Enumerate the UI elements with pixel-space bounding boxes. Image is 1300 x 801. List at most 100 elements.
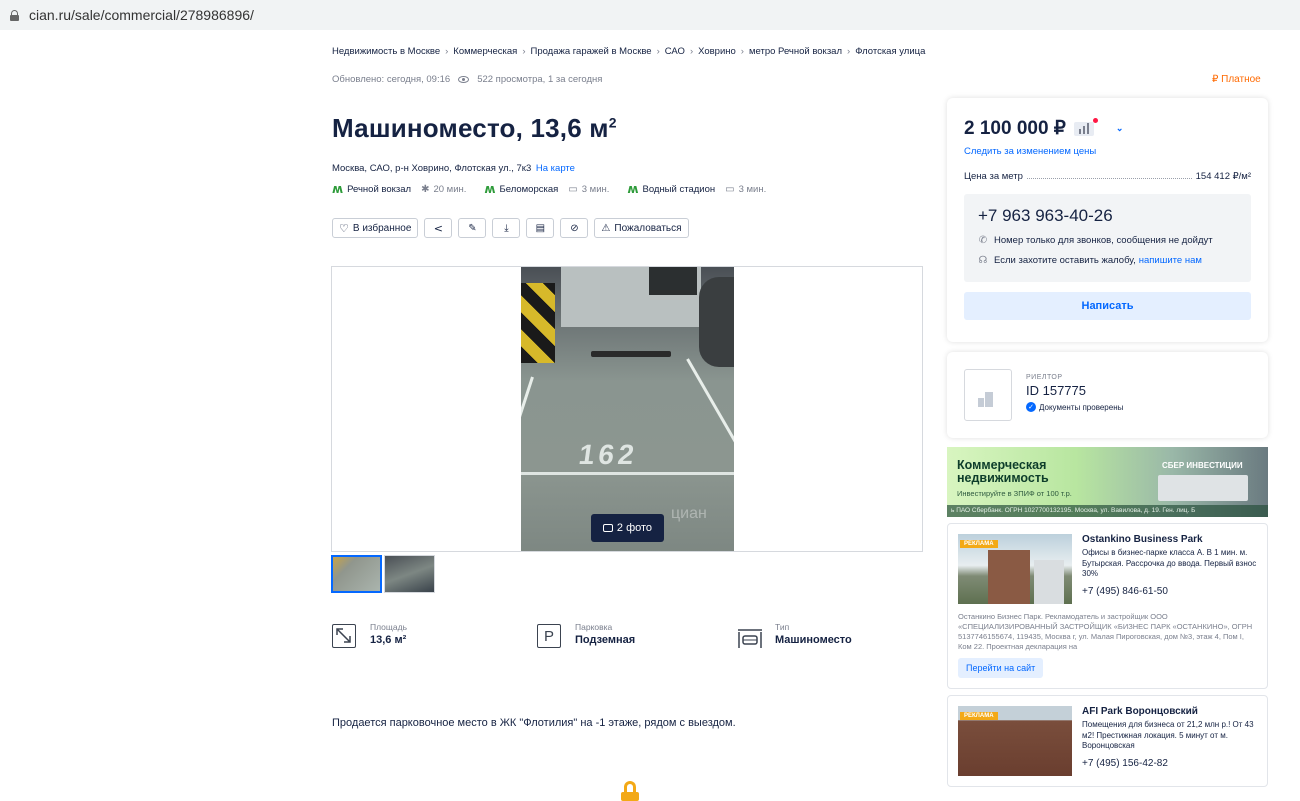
feature-label: Тип <box>775 622 790 632</box>
complain-button[interactable]: ⚠ Пожаловаться <box>594 218 689 238</box>
action-bar: ♡ В избранное < ✎ ⤓ ▤ ⊘ ⚠ Пожаловаться <box>332 218 689 238</box>
complain-note: ☊ Если захотите оставить жалобу, напишит… <box>978 255 1202 266</box>
metro-icon: ʍ <box>332 182 344 196</box>
feature-type: Тип Машиноместо <box>737 622 852 648</box>
go-to-site-button[interactable]: Перейти на сайт <box>958 658 1044 678</box>
price-value: 2 100 000 ₽ <box>964 118 1066 139</box>
chevron-right-icon: › <box>445 46 449 57</box>
ad-legal: Останкино Бизнес Парк. Рекламодатель и з… <box>958 612 1253 651</box>
favorite-button[interactable]: ♡ В избранное <box>332 218 419 238</box>
breadcrumb-item[interactable]: Продажа гаражей в Москве <box>530 46 651 57</box>
metro-item[interactable]: ʍ Водный стадион ▭ 3 мин. <box>627 182 766 196</box>
url-text[interactable]: cian.ru/sale/commercial/278986896/ <box>29 7 254 23</box>
download-button[interactable]: ⤓ <box>492 218 521 238</box>
breadcrumb-item[interactable]: Коммерческая <box>453 46 517 57</box>
chevron-right-icon: › <box>689 46 694 57</box>
ad-tag: РЕКЛАМА <box>960 712 998 720</box>
features: Площадь 13,6 м² P Парковка Подземная Тип… <box>332 622 932 654</box>
ad-image[interactable]: РЕКЛАМА <box>958 706 1072 776</box>
chevron-right-icon: › <box>740 46 744 57</box>
camera-icon <box>602 524 613 532</box>
price-per-meter: Цена за метр 154 412 ₽/м² <box>964 171 1251 182</box>
map-link[interactable]: На карте <box>536 163 575 174</box>
phone-number[interactable]: +7 963 963-40-26 <box>978 206 1237 226</box>
ad-card[interactable]: РЕКЛАМА AFI Park Воронцовский Помещения … <box>947 695 1268 787</box>
metro-list: ʍ Речной вокзал ✱ 20 мин. ʍ Беломорская … <box>332 182 766 196</box>
address: Москва, САО, р-н Ховрино, Флотская ул., … <box>332 163 575 174</box>
feature-parking: P Парковка Подземная <box>537 622 635 648</box>
metro-time: 3 мин. <box>581 183 610 195</box>
photo-gallery[interactable]: 162 циан 2 фото <box>331 266 923 552</box>
metro-name: Водный стадион <box>642 183 716 195</box>
write-us-link[interactable]: напишите нам <box>1139 255 1202 266</box>
breadcrumb-item[interactable]: Ховрино <box>698 46 736 57</box>
breadcrumb-item[interactable]: Недвижимость в Москве <box>332 46 440 57</box>
breadcrumb-item[interactable]: САО <box>665 46 685 57</box>
follow-price-link[interactable]: Следить за изменением цены <box>964 146 1251 157</box>
chevron-down-icon[interactable]: ⌄ <box>1116 123 1124 134</box>
thumbnail[interactable] <box>384 555 435 593</box>
hide-button[interactable]: ⊘ <box>560 218 589 238</box>
write-button[interactable]: Написать <box>964 292 1251 320</box>
ppm-value: 154 412 ₽/м² <box>1195 171 1251 182</box>
photo-count-button[interactable]: 2 фото <box>591 514 664 542</box>
warning-icon: ⚠ <box>601 222 611 234</box>
ad-phone[interactable]: +7 (495) 846-61-50 <box>1082 586 1257 597</box>
chevron-right-icon: › <box>522 46 526 57</box>
print-button[interactable]: ▤ <box>526 218 555 238</box>
calls-note: ✆ Номер только для звонков, сообщения не… <box>978 235 1213 246</box>
complain-label: Пожаловаться <box>614 222 682 234</box>
ad-title[interactable]: Ostankino Business Park <box>1082 534 1257 545</box>
metro-item[interactable]: ʍ Речной вокзал ✱ 20 мин. <box>332 182 466 196</box>
banner-title: Коммерческая недвижимость <box>957 458 1049 485</box>
spot-number: 162 <box>576 439 640 470</box>
phone-box: +7 963 963-40-26 ✆ Номер только для звон… <box>964 194 1251 282</box>
price-history-icon[interactable] <box>1073 117 1098 136</box>
price-card: 2 100 000 ₽ ⌄ Следить за изменением цены… <box>947 98 1268 342</box>
ad-title[interactable]: AFI Park Воронцовский <box>1082 706 1257 717</box>
main-photo[interactable]: 162 циан <box>521 267 734 551</box>
share-button[interactable]: < <box>424 218 453 238</box>
download-icon: ⤓ <box>504 222 509 234</box>
metro-item[interactable]: ʍ Беломорская ▭ 3 мин. <box>484 182 609 196</box>
car-icon: ▭ <box>568 183 578 195</box>
banner-brand: СБЕР ИНВЕСТИЦИИ <box>1162 461 1243 470</box>
feature-value: Машиноместо <box>775 634 852 646</box>
photo-count-label: 2 фото <box>616 522 653 534</box>
metro-name: Речной вокзал <box>347 183 412 195</box>
metro-icon: ʍ <box>627 182 639 196</box>
breadcrumb-item[interactable]: Флотская улица <box>855 46 925 57</box>
watermark: циан <box>671 505 707 522</box>
parking-icon: P <box>537 624 561 648</box>
metro-time: 20 мин. <box>433 183 467 195</box>
banner-footer: ь ПАО Сбербанк. ОГРН 1027700132195. Моск… <box>947 505 1268 517</box>
realtor-id[interactable]: ID 157775 <box>1026 383 1123 398</box>
breadcrumb-item[interactable]: метро Речной вокзал <box>749 46 842 57</box>
share-icon: < <box>433 221 444 235</box>
chevron-right-icon: › <box>847 46 851 57</box>
feature-label: Парковка <box>575 622 613 632</box>
realtor-role: РИЕЛТОР <box>1026 374 1063 381</box>
ad-phone[interactable]: +7 (495) 156-42-82 <box>1082 758 1257 769</box>
edit-button[interactable]: ✎ <box>458 218 487 238</box>
thumbnail[interactable] <box>331 555 382 593</box>
car-icon: ▭ <box>725 183 735 195</box>
updated-text: Обновлено: сегодня, 09:16 <box>332 74 451 85</box>
sidebar: 2 100 000 ₽ ⌄ Следить за изменением цены… <box>947 98 1268 787</box>
avatar[interactable] <box>964 369 1012 421</box>
area-icon <box>332 624 356 648</box>
views-text[interactable]: 522 просмотра, 1 за сегодня <box>477 74 602 85</box>
phone-icon: ✆ <box>978 235 988 246</box>
chevron-right-icon: › <box>656 46 660 57</box>
metro-name: Беломорская <box>499 183 559 195</box>
ad-banner[interactable]: Коммерческая недвижимость Инвестируйте в … <box>947 447 1268 517</box>
thumbnail-strip <box>331 555 435 593</box>
breadcrumb: Недвижимость в Москве › Коммерческая › Про… <box>332 46 925 57</box>
page-title: Машиноместо, 13,6 м2 <box>332 113 617 143</box>
browser-address-bar[interactable]: cian.ru/sale/commercial/278986896/ <box>0 0 1300 30</box>
pencil-icon: ✎ <box>468 222 477 234</box>
walk-icon: ✱ <box>421 183 430 195</box>
ad-image[interactable]: РЕКЛАМА <box>958 534 1072 604</box>
printer-icon: ▤ <box>535 222 546 234</box>
ad-card[interactable]: РЕКЛАМА Ostankino Business Park Офисы в … <box>947 523 1268 689</box>
